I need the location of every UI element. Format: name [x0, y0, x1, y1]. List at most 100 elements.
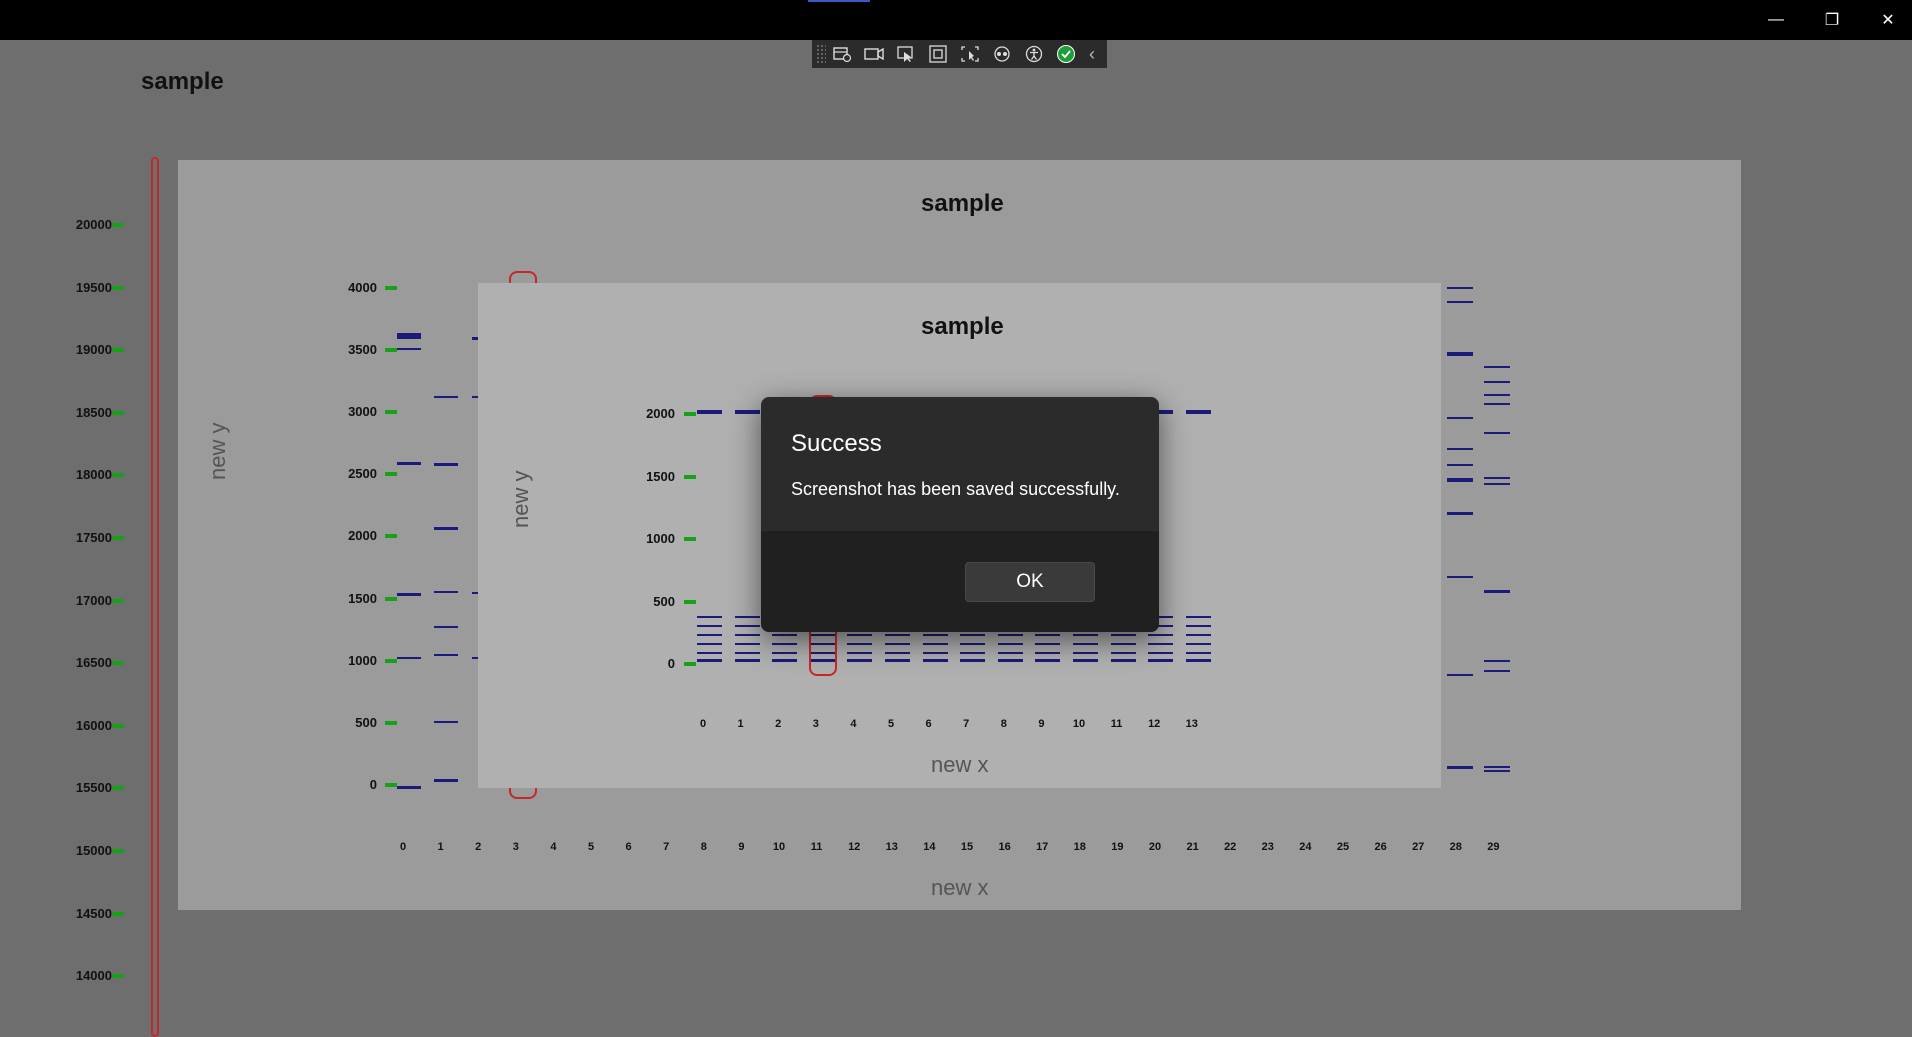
outer-y-tick-mark	[112, 849, 124, 853]
panel1-y-tick-mark	[385, 720, 397, 725]
dialog-title: Success	[791, 430, 882, 457]
panel1-y-tick-label: 2000	[348, 528, 377, 544]
band	[434, 396, 458, 398]
outer-y-tick-mark	[112, 598, 124, 603]
panel1-x-tick-label: 26	[1374, 841, 1387, 853]
band	[1148, 659, 1174, 662]
minimize-icon: —	[1768, 11, 1784, 28]
band	[1484, 432, 1510, 434]
panel1-x-tick-label: 17	[1036, 841, 1049, 853]
panel1-x-tick-label: 11	[810, 841, 823, 853]
panel1-y-tick-label: 4000	[348, 280, 377, 295]
band	[772, 643, 798, 645]
panel2-y-tick-mark	[684, 599, 696, 604]
collapse-toolbar-button[interactable]: ‹	[1082, 40, 1102, 68]
band	[697, 410, 722, 414]
band	[1185, 410, 1211, 414]
band	[1035, 643, 1061, 645]
panel1-x-tick-label: 23	[1261, 841, 1274, 853]
band	[697, 625, 722, 627]
band	[1110, 659, 1136, 662]
band	[997, 643, 1023, 645]
band	[847, 643, 873, 645]
band	[734, 616, 760, 618]
toolbar-grip[interactable]	[816, 44, 826, 64]
capture-toolbar: ‹	[812, 40, 1107, 68]
spy-button[interactable]	[986, 40, 1018, 68]
outer-y-tick-mark	[112, 536, 124, 540]
panel2-x-tick-label: 8	[1000, 718, 1007, 730]
accessibility-button[interactable]	[1018, 40, 1050, 68]
band	[1185, 659, 1211, 662]
panel1-y-tick-mark	[385, 286, 397, 290]
panel1-x-tick-label: 24	[1299, 841, 1312, 853]
window-titlebar	[0, 0, 1912, 40]
outer-highlight-bar	[151, 157, 159, 1037]
band	[885, 659, 910, 662]
outer-y-tick-label: 14000	[75, 968, 112, 984]
record-settings-icon	[833, 47, 852, 63]
ok-button[interactable]: OK	[965, 562, 1095, 602]
band	[697, 652, 722, 654]
panel2-y-tick-label: 500	[653, 593, 675, 609]
panel1-ylabel: new y	[205, 422, 230, 480]
outer-y-tick-mark	[112, 786, 124, 791]
record-settings-button[interactable]	[826, 40, 858, 68]
panel1-x-tick-label: 4	[550, 841, 557, 853]
select-element-button[interactable]	[890, 40, 922, 68]
band	[1185, 643, 1211, 645]
region-select-button[interactable]	[954, 40, 986, 68]
panel1-x-tick-label: 12	[848, 841, 861, 853]
panel1-y-tick-label: 1500	[348, 590, 377, 606]
band	[885, 652, 910, 654]
outer-y-tick-label: 17000	[75, 592, 112, 608]
band	[734, 659, 760, 662]
band	[1484, 477, 1510, 479]
restore-button[interactable]: ❐	[1804, 0, 1860, 40]
band	[734, 643, 760, 645]
panel1-x-tick-label: 15	[960, 841, 974, 853]
video-button[interactable]	[858, 40, 890, 68]
band	[434, 721, 458, 723]
outer-y-tick-mark	[112, 911, 124, 916]
outer-y-tick-label: 18000	[75, 467, 112, 483]
band	[1148, 643, 1174, 645]
band	[1073, 643, 1098, 645]
panel1-y-tick-label: 0	[369, 776, 377, 792]
cursor-select-icon	[897, 46, 913, 62]
panel1-x-tick-label: 6	[625, 841, 632, 853]
panel2-y-tick-mark	[684, 537, 696, 541]
band	[1035, 659, 1061, 662]
panel1-y-tick-label: 3000	[348, 404, 377, 420]
square-select-button[interactable]	[922, 40, 954, 68]
panel2-x-tick-label: 10	[1072, 718, 1086, 730]
outer-y-tick-label: 18500	[75, 404, 112, 420]
panel1-x-tick-label: 19	[1111, 841, 1124, 853]
band	[734, 652, 760, 654]
band	[922, 634, 948, 636]
panel1-y-tick-mark	[385, 472, 397, 477]
panel1-x-tick-label: 3	[512, 841, 519, 853]
band	[1148, 652, 1174, 654]
panel1-y-tick-label: 1000	[348, 652, 377, 668]
outer-y-tick-label: 15500	[75, 780, 112, 796]
panel2-y-tick-mark	[684, 662, 696, 666]
panel1-x-tick-label: 29	[1487, 841, 1500, 853]
band	[772, 659, 798, 662]
panel1-x-tick-label: 20	[1148, 841, 1162, 853]
panel1-x-tick-label: 7	[663, 841, 670, 853]
accessibility-icon	[1025, 45, 1043, 63]
outer-y-tick-mark	[112, 410, 124, 415]
success-dialog: Success Screenshot has been saved succes…	[761, 397, 1159, 632]
panel2-x-tick-label: 13	[1185, 718, 1198, 730]
band	[434, 527, 458, 530]
minimize-button[interactable]: —	[1748, 0, 1804, 40]
band	[1484, 403, 1510, 405]
close-button[interactable]: ✕	[1860, 0, 1912, 40]
band	[1110, 643, 1136, 645]
band	[734, 625, 760, 627]
outer-y-tick-mark	[112, 723, 124, 728]
validate-button[interactable]	[1050, 40, 1082, 68]
restore-icon: ❐	[1824, 12, 1840, 29]
panel1-y-tick-mark	[385, 410, 397, 415]
